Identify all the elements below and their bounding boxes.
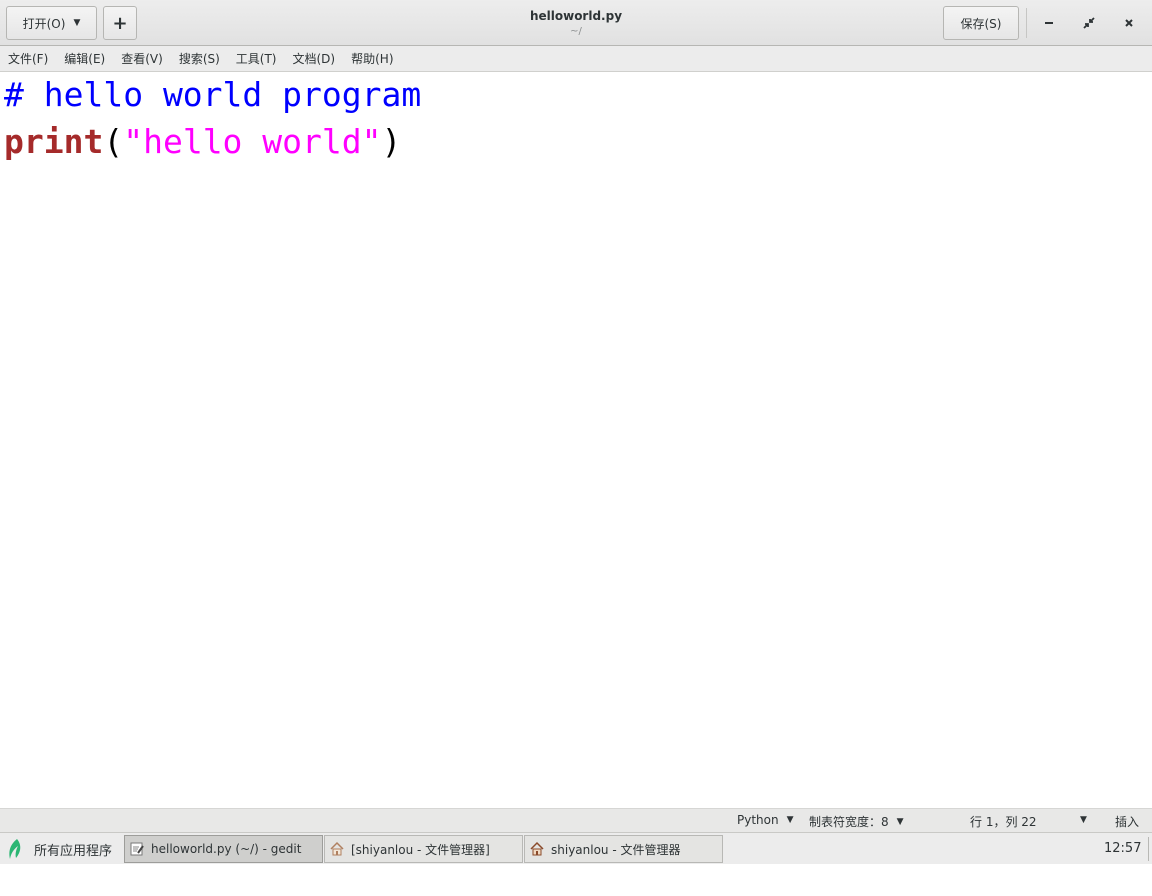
status-bar: Python ▼ 制表符宽度：8 ▼ 行 1，列 22 ▼ 插入 (0, 808, 1152, 832)
save-button-label: 保存(S) (960, 16, 1002, 31)
tab-width-label: 制表符宽度：8 (809, 815, 889, 829)
restore-button[interactable] (1076, 10, 1102, 36)
minimize-button[interactable] (1036, 10, 1062, 36)
menu-edit[interactable]: 编辑(E) (56, 50, 113, 67)
open-button-label: 打开(O) (22, 16, 66, 31)
language-selector[interactable]: Python ▼ (737, 813, 794, 827)
taskbar-separator (1148, 837, 1149, 861)
menu-search[interactable]: 搜索(S) (171, 50, 228, 67)
window-subtitle: ~/ (570, 26, 582, 37)
save-button[interactable]: 保存(S) (943, 6, 1019, 40)
menu-view[interactable]: 查看(V) (113, 50, 171, 67)
code-open-paren: ( (103, 122, 124, 161)
menu-bar: 文件(F) 编辑(E) 查看(V) 搜索(S) 工具(T) 文档(D) 帮助(H… (0, 46, 1152, 72)
close-icon (1125, 19, 1133, 27)
taskbar-item-gedit[interactable]: helloworld.py (~/) - gedit (124, 835, 323, 863)
code-string: "hello world" (123, 122, 382, 161)
insert-mode-indicator[interactable]: 插入 (1115, 813, 1139, 830)
code-close-paren: ) (381, 122, 402, 161)
insert-mode-label: 插入 (1115, 815, 1140, 829)
menu-help[interactable]: 帮助(H) (343, 50, 401, 67)
tab-width-selector[interactable]: 制表符宽度：8 ▼ (809, 813, 904, 830)
taskbar-item-file-manager-2[interactable]: shiyanlou - 文件管理器 (524, 835, 723, 863)
minimize-icon (1045, 22, 1053, 24)
chevron-down-icon: ▼ (896, 816, 904, 827)
menu-documents[interactable]: 文档(D) (285, 50, 344, 67)
code-comment: # hello world program (4, 75, 422, 114)
code-builtin: print (4, 122, 104, 161)
clock[interactable]: 12:57 (1104, 841, 1141, 856)
desktop-strip (0, 864, 1152, 896)
text-editor-icon (129, 841, 145, 857)
chevron-down-icon: ▼ (786, 815, 794, 825)
open-button[interactable]: 打开(O) ▼ (6, 6, 97, 40)
menu-file[interactable]: 文件(F) (0, 50, 56, 67)
taskbar-item-label: [shiyanlou - 文件管理器] (351, 842, 490, 857)
applications-menu-label: 所有应用程序 (34, 843, 113, 859)
app-logo-icon (9, 839, 21, 859)
cursor-position-label: 行 1，列 22 (970, 815, 1037, 829)
restore-icon (1083, 17, 1095, 29)
home-folder-icon (529, 841, 545, 857)
new-tab-button[interactable]: + (103, 6, 137, 40)
applications-menu[interactable]: 所有应用程序 (6, 837, 112, 861)
home-folder-icon (329, 841, 345, 857)
text-editor-area[interactable]: # hello world program print("hello world… (0, 72, 1152, 808)
code-line-2: print("hello world") (4, 119, 401, 165)
cursor-position[interactable]: 行 1，列 22 (970, 813, 1037, 830)
chevron-down-icon: ▼ (73, 18, 81, 28)
plus-icon: + (112, 12, 128, 34)
taskbar-item-file-manager-1[interactable]: [shiyanlou - 文件管理器] (324, 835, 523, 863)
menu-tools[interactable]: 工具(T) (228, 50, 285, 67)
window-title: helloworld.py (529, 9, 623, 23)
taskbar: 所有应用程序 helloworld.py (~/) - gedit [shiya… (0, 832, 1152, 864)
close-button[interactable] (1116, 10, 1142, 36)
language-label: Python (737, 813, 779, 827)
taskbar-item-label: helloworld.py (~/) - gedit (151, 842, 302, 856)
code-line-1: # hello world program (4, 72, 421, 118)
header-bar: 打开(O) ▼ + helloworld.py ~/ 保存(S) (0, 0, 1152, 46)
taskbar-item-label: shiyanlou - 文件管理器 (551, 842, 681, 857)
header-separator (1026, 8, 1027, 38)
chevron-down-icon[interactable]: ▼ (1080, 815, 1087, 825)
